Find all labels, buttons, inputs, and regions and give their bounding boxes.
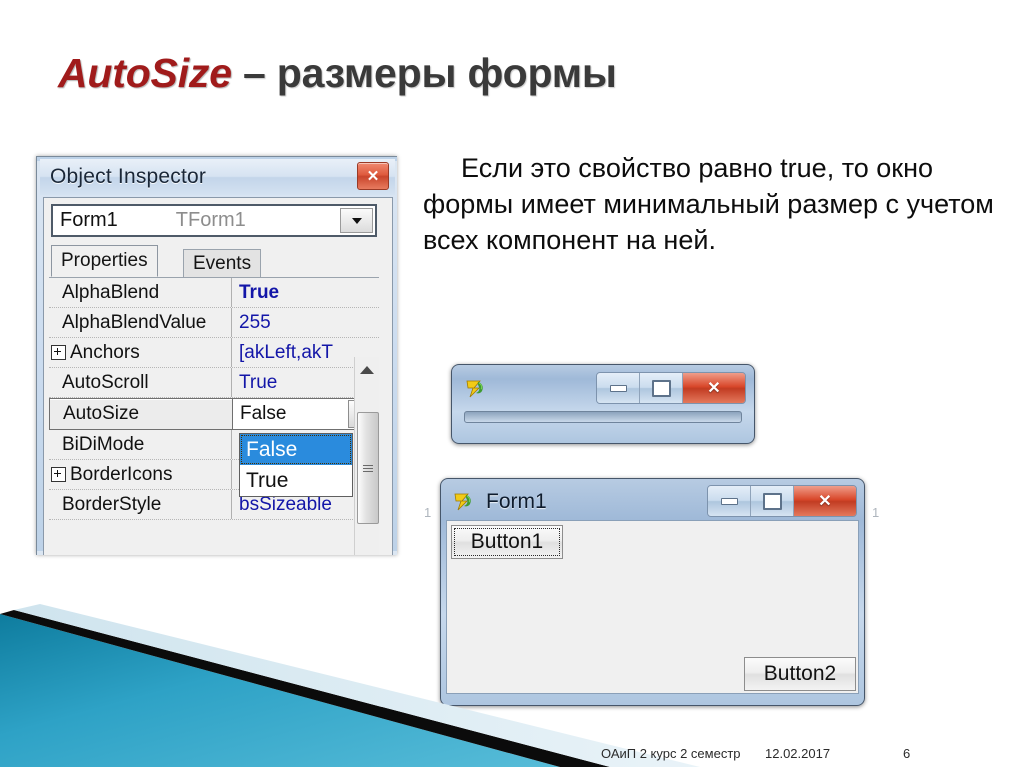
autosized-form-window: ✕ bbox=[451, 364, 755, 444]
property-name-label: Anchors bbox=[70, 341, 140, 363]
object-selector-name: Form1 bbox=[60, 209, 118, 231]
object-selector-combo[interactable]: Form1 TForm1 bbox=[51, 204, 377, 237]
expand-plus-icon[interactable] bbox=[51, 467, 66, 482]
property-name: AlphaBlend bbox=[62, 281, 160, 303]
table-row[interactable]: Anchors [akLeft,akT bbox=[49, 338, 379, 368]
autosized-form-empty-client bbox=[464, 411, 742, 423]
background-artifact: 1 bbox=[872, 505, 880, 520]
button2[interactable]: Button2 bbox=[744, 657, 856, 691]
property-name: BiDiMode bbox=[62, 433, 145, 455]
minimize-icon[interactable] bbox=[708, 486, 751, 516]
dropdown-option-true[interactable]: True bbox=[240, 465, 352, 496]
demo-form-window: Form1 ✕ Button1 Button2 bbox=[440, 478, 865, 706]
expand-plus-icon[interactable] bbox=[51, 345, 66, 360]
object-selector-class: TForm1 bbox=[175, 209, 246, 231]
demo-form-client-area: Button1 Button2 bbox=[446, 520, 859, 694]
autosized-form-window-controls: ✕ bbox=[596, 372, 746, 404]
button1[interactable]: Button1 bbox=[451, 525, 563, 559]
property-value[interactable]: True bbox=[231, 278, 379, 307]
footer-page-number: 6 bbox=[903, 746, 911, 761]
autosize-dropdown-list[interactable]: False True bbox=[239, 433, 353, 497]
table-row-selected-autosize[interactable]: AutoSize False bbox=[49, 398, 379, 430]
object-inspector-title: Object Inspector bbox=[50, 165, 207, 188]
maximize-icon[interactable] bbox=[640, 373, 683, 403]
close-icon[interactable]: ✕ bbox=[683, 373, 745, 403]
property-name: AutoSize bbox=[63, 403, 140, 424]
table-row[interactable]: AutoScroll True bbox=[49, 368, 379, 398]
footer-course: ОАиП 2 курс 2 семестр bbox=[601, 746, 741, 761]
footer-date: 12.02.2017 bbox=[765, 746, 831, 761]
object-inspector-titlebar: Object Inspector ✕ bbox=[40, 159, 395, 195]
delphi7-icon bbox=[462, 376, 488, 402]
table-row[interactable]: AlphaBlendValue 255 bbox=[49, 308, 379, 338]
slide-canvas: AutoSize – размеры формы Если это свойст… bbox=[0, 0, 1024, 767]
tab-events[interactable]: Events bbox=[183, 249, 262, 277]
minimize-icon[interactable] bbox=[597, 373, 640, 403]
property-name: AlphaBlendValue bbox=[62, 311, 207, 333]
delphi7-icon bbox=[450, 489, 476, 515]
maximize-icon[interactable] bbox=[751, 486, 794, 516]
property-name: AutoScroll bbox=[62, 371, 149, 393]
object-inspector-tabs: Properties Events bbox=[49, 245, 379, 278]
scrollbar-thumb[interactable] bbox=[357, 412, 379, 524]
background-artifact: 1 bbox=[424, 505, 432, 520]
page-title: AutoSize – размеры формы bbox=[58, 50, 617, 97]
triangle-up-icon[interactable] bbox=[355, 359, 379, 381]
close-icon[interactable]: ✕ bbox=[794, 486, 856, 516]
demo-form-title: Form1 bbox=[486, 490, 547, 513]
property-name: BorderIcons bbox=[49, 464, 231, 486]
page-title-keyword: AutoSize bbox=[58, 50, 232, 96]
property-name-label: BorderIcons bbox=[70, 463, 173, 485]
tab-properties[interactable]: Properties bbox=[51, 245, 158, 277]
property-name: BorderStyle bbox=[62, 493, 162, 515]
property-grid: AlphaBlend True AlphaBlendValue 255 Anch… bbox=[49, 277, 379, 555]
demo-form-window-controls: ✕ bbox=[707, 485, 857, 517]
autosized-form-caption: ✕ bbox=[458, 371, 748, 407]
property-value[interactable]: 255 bbox=[231, 308, 379, 337]
chevron-down-icon[interactable] bbox=[340, 208, 373, 233]
dropdown-option-false[interactable]: False bbox=[240, 434, 352, 465]
page-title-rest: – размеры формы bbox=[231, 50, 617, 96]
object-inspector-body: Form1 TForm1 Properties Events AlphaBlen… bbox=[43, 197, 393, 555]
demo-form-caption: Form1 ✕ bbox=[446, 484, 859, 520]
close-icon[interactable]: ✕ bbox=[357, 162, 389, 190]
object-inspector-window: Object Inspector ✕ Form1 TForm1 Properti… bbox=[36, 156, 397, 555]
property-name: Anchors bbox=[49, 342, 231, 364]
body-paragraph: Если это свойство равно true, то окно фо… bbox=[423, 153, 994, 255]
vertical-scrollbar[interactable] bbox=[354, 357, 379, 555]
table-row[interactable]: AlphaBlend True bbox=[49, 278, 379, 308]
